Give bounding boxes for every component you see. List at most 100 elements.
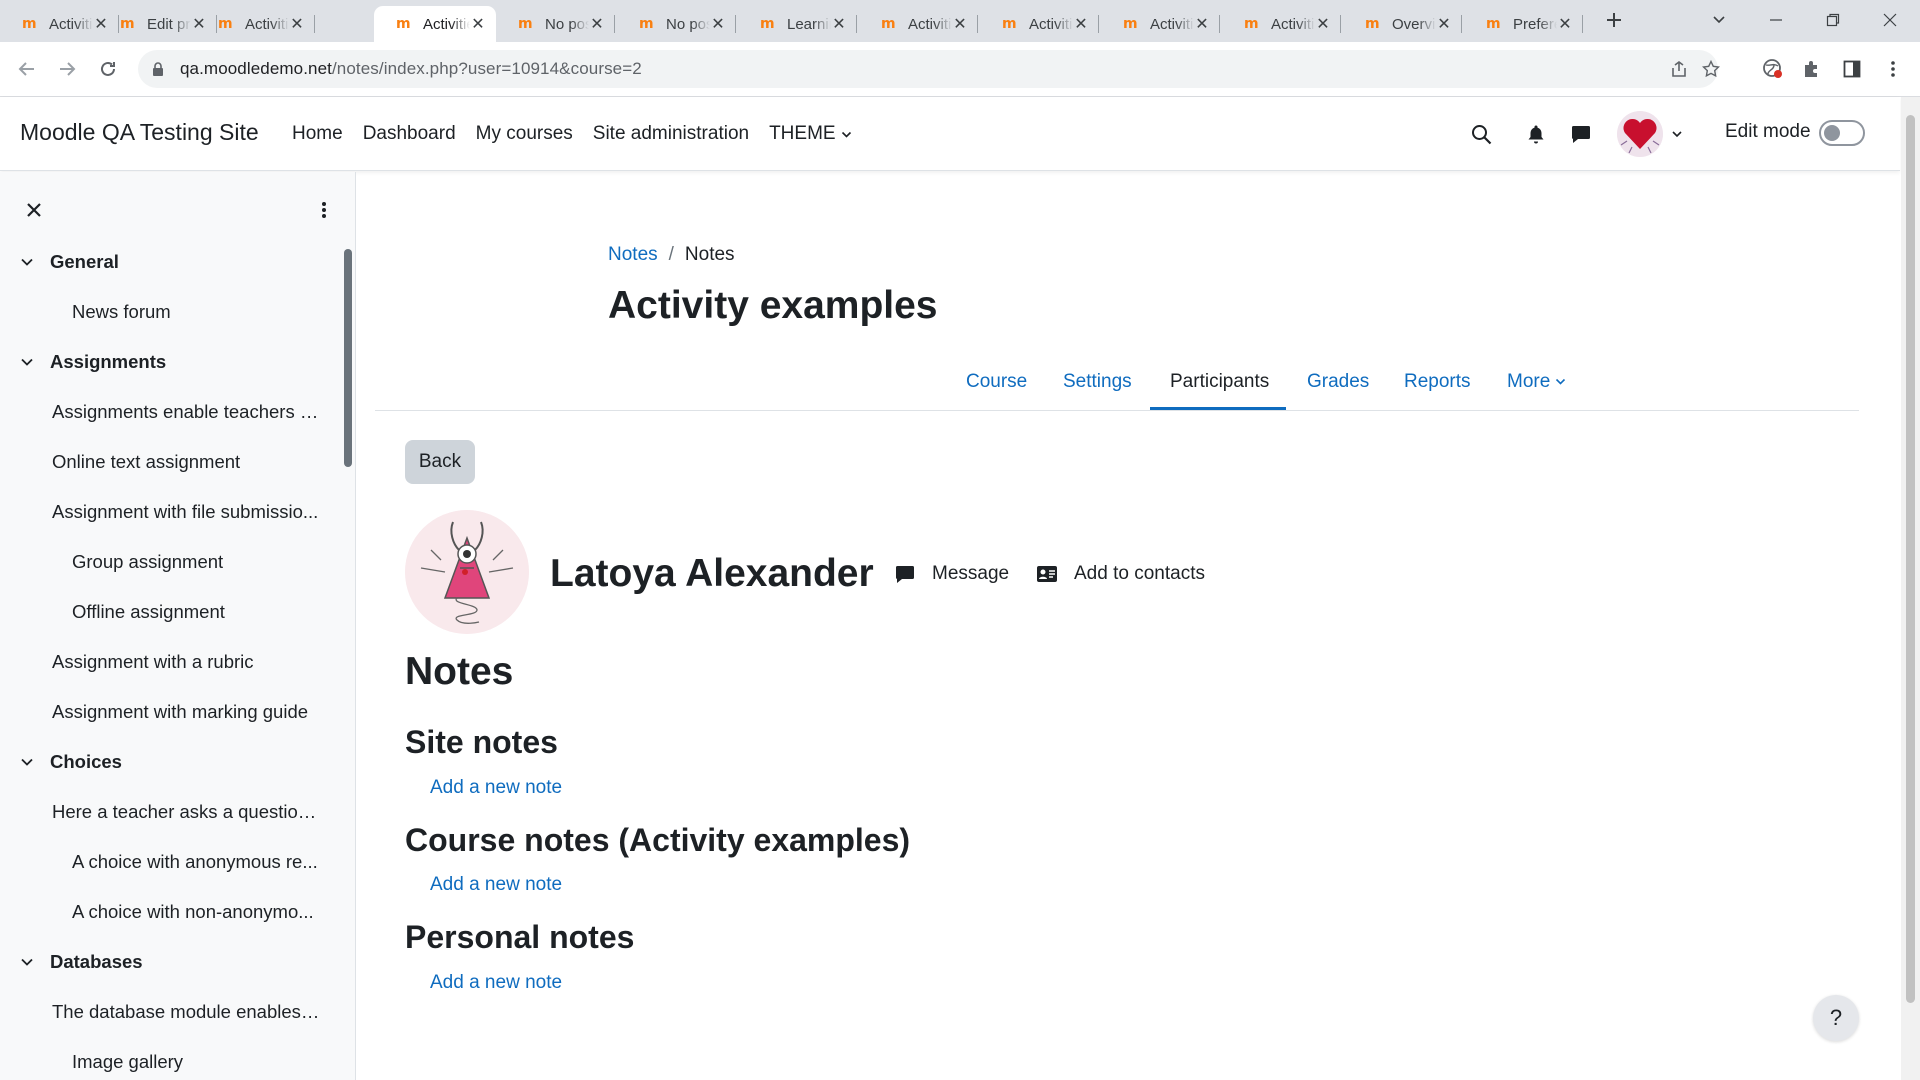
browser-tab[interactable]: m Activities✕ [859,6,978,42]
back-button[interactable]: Back [405,440,475,484]
tab-title: Activities [49,15,93,33]
minimize-button[interactable] [1753,0,1799,40]
close-tab-icon[interactable]: ✕ [1436,16,1452,33]
course-index-activity[interactable]: Group assignment [0,537,340,587]
course-index-activity[interactable]: News forum [0,287,340,337]
close-tab-icon[interactable]: ✕ [710,16,726,33]
close-tab-icon[interactable]: ✕ [1194,16,1210,33]
browser-tab[interactable]: m Activities✕ [1222,6,1341,42]
nav-home[interactable]: Home [292,123,343,145]
help-button[interactable]: ? [1813,995,1859,1041]
course-index-activity[interactable]: A choice with non-anonymo... [0,887,340,937]
nav-dashboard[interactable]: Dashboard [363,123,456,145]
user-avatar[interactable] [1617,111,1663,157]
close-tab-icon[interactable]: ✕ [289,16,305,33]
tab-more-dropdown[interactable]: More [1505,352,1568,411]
messages-button[interactable] [1566,119,1596,149]
side-panel-icon [1843,60,1861,78]
extensions-button[interactable] [1797,54,1827,84]
main-content: Notes / Notes Activity examples Course S… [357,172,1900,1080]
tab-search-button[interactable] [1696,0,1742,40]
activity-label: News forum [72,301,171,322]
chevron-down-icon[interactable] [20,755,50,769]
add-to-contacts-button[interactable]: Add to contacts [1036,560,1205,588]
browser-tab[interactable]: m Preferences✕ [1464,6,1583,42]
chevron-down-icon[interactable] [20,955,50,969]
browser-tab[interactable]: m No posts✕ [496,6,615,42]
restore-button[interactable] [1810,0,1856,40]
url-field[interactable]: qa.moodledemo.net/notes/index.php?user=1… [138,50,1720,88]
course-index-activity[interactable]: The database module enables ... [0,987,340,1037]
close-tab-icon[interactable]: ✕ [952,16,968,33]
course-index-section[interactable]: Choices [0,737,340,787]
course-index-activity[interactable]: Assignment with a rubric [0,637,340,687]
close-tab-icon[interactable]: ✕ [470,16,486,33]
chevron-down-icon[interactable] [20,255,50,269]
course-index-section[interactable]: Databases [0,937,340,987]
tab-title: No posts [666,15,710,33]
browser-tab[interactable]: m No posts✕ [617,6,736,42]
tab-participants[interactable]: Participants [1168,352,1271,411]
reload-button[interactable] [93,54,123,84]
close-tab-icon[interactable]: ✕ [1557,16,1573,33]
tab-settings[interactable]: Settings [1061,352,1134,411]
close-tab-icon[interactable]: ✕ [1315,16,1331,33]
course-index-activity[interactable]: Offline assignment [0,587,340,637]
scrollbar-thumb[interactable] [1906,115,1915,1003]
user-profile-picture[interactable] [405,510,529,634]
close-tab-icon[interactable]: ✕ [831,16,847,33]
share-button[interactable] [1664,50,1694,88]
tab-course[interactable]: Course [964,352,1029,411]
page-scrollbar[interactable] [1901,97,1920,1080]
edit-mode-toggle[interactable] [1819,120,1865,146]
forward-nav-button[interactable] [52,54,82,84]
notifications-button[interactable] [1521,119,1551,149]
tab-grades[interactable]: Grades [1305,352,1371,411]
browser-tab[interactable]: m Activities✕ [1101,6,1220,42]
breadcrumb-link[interactable]: Notes [608,244,658,266]
chevron-down-icon[interactable] [20,355,50,369]
browser-tab[interactable]: m Activities✕ [196,6,315,42]
close-window-button[interactable] [1867,0,1913,40]
bookmark-button[interactable] [1696,50,1726,88]
user-full-name[interactable]: Latoya Alexander [550,552,874,596]
add-course-note-link[interactable]: Add a new note [430,874,562,896]
browser-tab[interactable]: m Learning plans✕ [738,6,857,42]
close-tab-icon[interactable]: ✕ [1073,16,1089,33]
extension-button[interactable] [1758,54,1788,84]
nav-my-courses[interactable]: My courses [476,123,573,145]
site-name[interactable]: Moodle QA Testing Site [20,119,259,146]
course-index-activity[interactable]: Assignment with marking guide [0,687,340,737]
search-button[interactable] [1466,119,1496,149]
chevron-down-icon [1672,131,1682,138]
new-tab-button[interactable] [1600,6,1628,34]
add-site-note-link[interactable]: Add a new note [430,777,562,799]
browser-tab[interactable]: m Activities✕ [980,6,1099,42]
activity-label: Assignments enable teachers t... [52,401,320,422]
course-index-options-button[interactable] [310,196,338,224]
browser-tab[interactable]: m Overview✕ [1343,6,1462,42]
close-drawer-button[interactable] [20,196,48,224]
course-index-section[interactable]: General [0,237,340,287]
course-index-activity[interactable]: Image gallery [0,1037,340,1080]
browser-tab-active[interactable]: m Activities✕ [374,6,496,42]
course-index-activity[interactable]: Here a teacher asks a question... [0,787,340,837]
course-index-activity[interactable]: A choice with anonymous re... [0,837,340,887]
user-menu-toggle[interactable] [1662,119,1692,149]
course-index-section[interactable]: Assignments [0,337,340,387]
side-panel-button[interactable] [1837,54,1867,84]
message-button[interactable]: Message [894,560,1009,588]
minimize-icon [1770,19,1782,21]
nav-site-administration[interactable]: Site administration [593,123,749,145]
tab-reports[interactable]: Reports [1402,352,1473,411]
course-index-activity[interactable]: Online text assignment [0,437,340,487]
course-index-activity[interactable]: Assignments enable teachers t... [0,387,340,437]
add-personal-note-link[interactable]: Add a new note [430,972,562,994]
browser-menu-button[interactable] [1878,54,1908,84]
moodle-favicon-icon: m [218,15,233,32]
back-nav-button[interactable] [12,54,42,84]
drawer-scrollbar[interactable] [344,249,352,467]
nav-theme-dropdown[interactable]: THEME [769,123,852,145]
course-index-activity[interactable]: Assignment with file submissio... [0,487,340,537]
close-tab-icon[interactable]: ✕ [589,16,605,33]
